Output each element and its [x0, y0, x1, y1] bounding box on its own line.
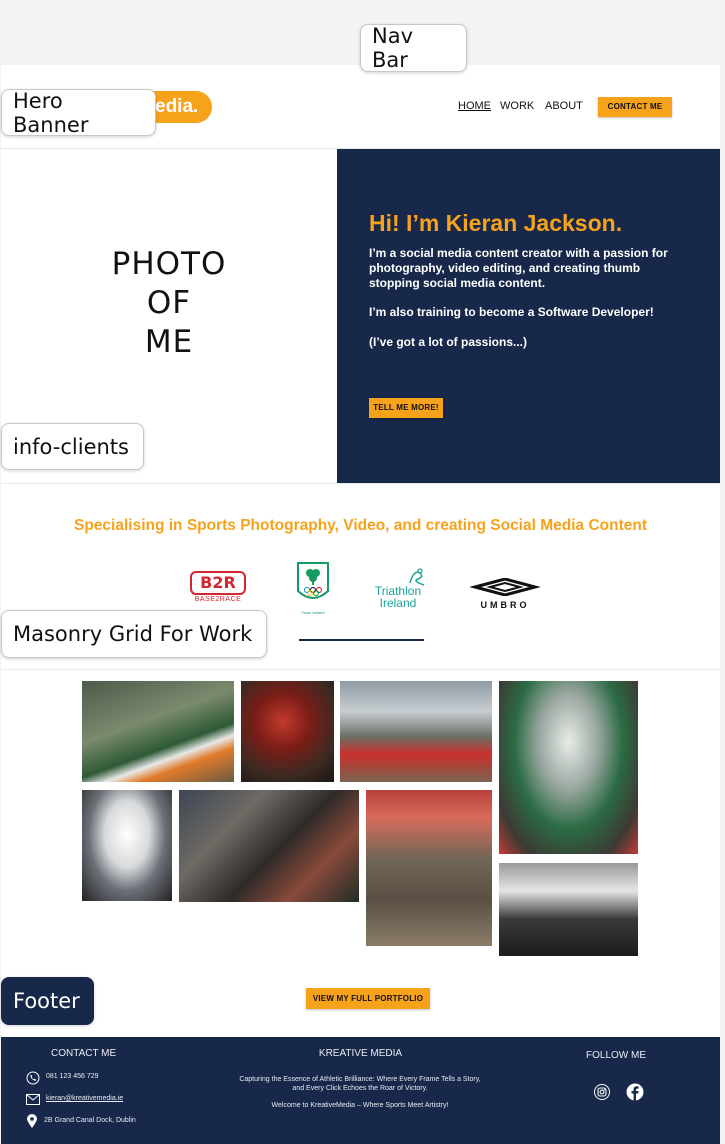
triathlon-ireland-logo: Triathlon Ireland — [370, 567, 430, 609]
location-pin-icon — [27, 1114, 37, 1128]
work-gallery: VIEW MY FULL PORTFOLIO — [1, 669, 720, 1036]
info-clients-annotation: info-clients — [1, 423, 144, 470]
photo-placeholder: PHOTO OF ME — [1, 245, 337, 362]
photo-placeholder-line: PHOTO — [111, 246, 227, 282]
hero-paragraph: I’m a social media content creator with … — [369, 246, 668, 290]
hero-title: Hi! I’m Kieran Jackson. — [369, 210, 623, 236]
site-footer: CONTACT ME 081 123 456 729 kieran@kreati… — [1, 1037, 720, 1144]
team-ireland-label: Team Ireland — [301, 610, 325, 615]
tell-me-more-button[interactable]: TELL ME MORE! — [369, 398, 443, 418]
base2race-logo: B2R BASE2RACE — [190, 571, 246, 605]
facebook-icon[interactable] — [626, 1083, 644, 1101]
masonry-grid-annotation: Masonry Grid For Work — [1, 610, 267, 658]
mail-icon — [26, 1094, 40, 1105]
gallery-photo[interactable] — [179, 790, 359, 902]
specialising-heading: Specialising in Sports Photography, Vide… — [73, 517, 647, 534]
nav-bar-annotation: Nav Bar — [360, 24, 467, 72]
footer-address: 2B Grand Canal Dock, Dublin — [44, 1117, 136, 1124]
instagram-icon[interactable] — [594, 1084, 610, 1100]
nav-about[interactable]: ABOUT — [545, 100, 583, 112]
umbro-wordmark: UMBRO — [480, 600, 530, 610]
team-ireland-logo: Team Ireland — [296, 561, 330, 615]
ireland-word: Ireland — [379, 596, 417, 610]
hero-banner-annotation: Hero Banner — [1, 89, 156, 137]
page: edia. HOME WORK ABOUT CONTACT ME PHOTO O… — [1, 65, 720, 1144]
nav-home[interactable]: HOME — [458, 100, 491, 112]
gallery-photo[interactable] — [82, 681, 234, 782]
photo-placeholder-line: ME — [144, 324, 194, 360]
footer-follow-heading: FOLLOW ME — [586, 1050, 647, 1061]
umbro-logo: UMBRO — [469, 577, 541, 610]
b2r-subtitle: BASE2RACE — [194, 596, 242, 603]
gallery-photo[interactable] — [340, 681, 492, 782]
photo-placeholder-line: OF — [146, 285, 192, 321]
section-divider — [299, 639, 424, 641]
hero-intro-panel: Hi! I’m Kieran Jackson. I’m a social med… — [337, 149, 720, 483]
contact-me-button[interactable]: CONTACT ME — [598, 97, 672, 117]
phone-icon — [26, 1071, 40, 1085]
gallery-photo[interactable] — [241, 681, 334, 782]
gallery-photo[interactable] — [499, 863, 638, 956]
footer-email-link[interactable]: kieran@kreativemedia.ie — [46, 1095, 123, 1102]
gallery-photo[interactable] — [82, 790, 172, 901]
footer-annotation: Footer — [1, 977, 94, 1025]
view-portfolio-button[interactable]: VIEW MY FULL PORTFOLIO — [306, 988, 430, 1009]
b2r-mark: B2R — [190, 571, 246, 595]
footer-welcome: Welcome to KreativeMedia – Where Sports … — [271, 1102, 449, 1109]
gallery-photo[interactable] — [366, 790, 492, 946]
footer-phone: 081 123 456 729 — [46, 1073, 99, 1080]
hero-paragraph: (I’ve got a lot of passions...) — [369, 335, 528, 349]
shamrock-shield-icon — [297, 562, 329, 599]
nav-work[interactable]: WORK — [500, 100, 534, 112]
footer-tagline: Capturing the Essence of Athletic Brilli… — [239, 1076, 481, 1092]
site-logo[interactable]: edia. — [151, 91, 212, 123]
umbro-diamond-icon — [469, 577, 541, 597]
hero-paragraph: I’m also training to become a Software D… — [369, 305, 654, 319]
gallery-photo[interactable] — [499, 681, 638, 854]
